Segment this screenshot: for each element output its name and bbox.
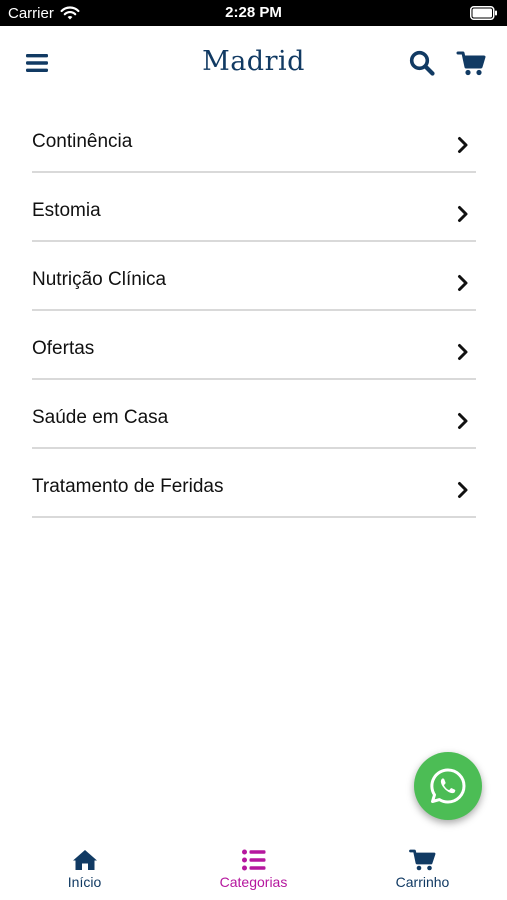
category-row-ofertas[interactable]: Ofertas (32, 311, 476, 380)
tab-carrinho[interactable]: Carrinho (338, 840, 507, 900)
search-icon[interactable] (408, 49, 436, 77)
chevron-right-icon (458, 413, 468, 429)
category-row-nutricao-clinica[interactable]: Nutrição Clínica (32, 242, 476, 311)
chevron-right-icon (458, 137, 468, 153)
hamburger-icon[interactable] (24, 50, 52, 76)
whatsapp-button[interactable] (414, 752, 482, 820)
tab-label: Categorias (219, 874, 288, 890)
status-time: 2:28 PM (225, 4, 282, 21)
category-label: Tratamento de Feridas (32, 476, 224, 497)
whatsapp-icon (430, 768, 466, 804)
cart-icon[interactable] (456, 49, 486, 77)
chevron-right-icon (458, 275, 468, 291)
status-bar: Carrier 2:28 PM (0, 0, 507, 26)
category-label: Ofertas (32, 338, 95, 359)
category-row-estomia[interactable]: Estomia (32, 173, 476, 242)
list-icon (241, 849, 265, 871)
category-label: Saúde em Casa (32, 407, 169, 428)
category-row-saude-em-casa[interactable]: Saúde em Casa (32, 380, 476, 449)
chevron-right-icon (458, 206, 468, 222)
tab-bar: Início Categorias Carrinho (0, 840, 507, 900)
battery-icon (470, 6, 497, 20)
chevron-right-icon (458, 482, 468, 498)
category-label: Nutrição Clínica (32, 269, 167, 290)
tab-label: Início (67, 874, 102, 890)
category-list: Continência Estomia Nutrição Clínica Ofe… (32, 104, 476, 518)
tab-inicio[interactable]: Início (0, 840, 169, 900)
category-label: Estomia (32, 200, 101, 221)
home-icon (72, 850, 97, 870)
category-row-tratamento-de-feridas[interactable]: Tratamento de Feridas (32, 449, 476, 518)
cart-icon (408, 849, 435, 871)
tab-categorias[interactable]: Categorias (169, 840, 338, 900)
app-header: Madrid (0, 26, 507, 100)
category-row-continencia[interactable]: Continência (32, 104, 476, 173)
tab-label: Carrinho (395, 874, 450, 890)
category-label: Continência (32, 131, 133, 152)
chevron-right-icon (458, 344, 468, 360)
